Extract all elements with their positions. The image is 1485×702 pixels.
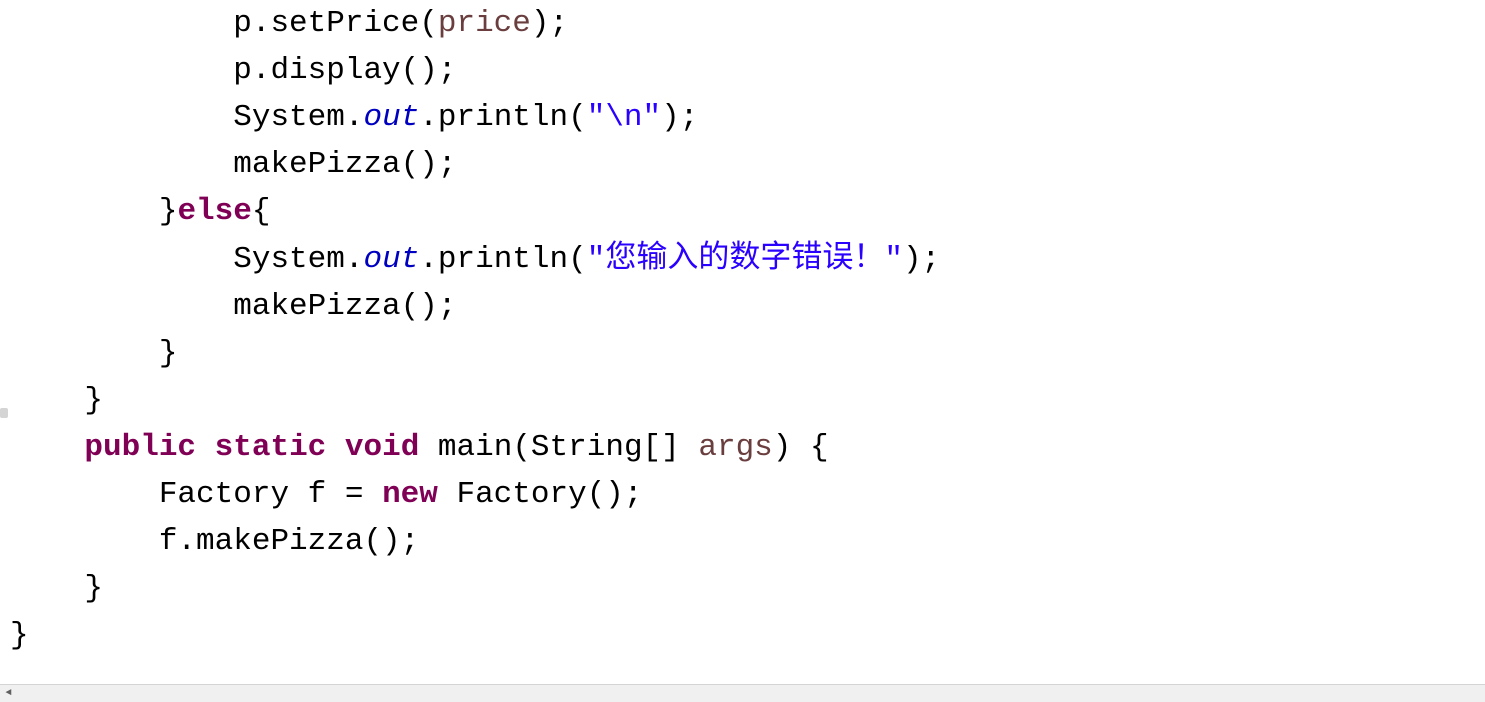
scroll-left-arrow-icon[interactable]: ◄ [0, 685, 17, 702]
code-line: p.display(); [10, 53, 456, 88]
code-line: f.makePizza(); [10, 524, 419, 559]
code-line: Factory f = new Factory(); [10, 477, 643, 512]
code-line: System.out.println("您输入的数字错误！"); [10, 242, 940, 277]
code-line: makePizza(); [10, 289, 456, 324]
code-line: public static void main(String[] args) { [10, 430, 829, 465]
code-line: } [10, 383, 103, 418]
code-line: } [10, 571, 103, 606]
code-editor[interactable]: p.setPrice(price); p.display(); System.o… [0, 0, 1485, 702]
code-content[interactable]: p.setPrice(price); p.display(); System.o… [0, 0, 1485, 682]
code-line: p.setPrice(price); [10, 6, 568, 41]
code-line: } [10, 618, 29, 653]
code-line: }else{ [10, 194, 270, 229]
horizontal-scrollbar[interactable]: ◄ [0, 684, 1485, 702]
code-line: makePizza(); [10, 147, 456, 182]
code-line: System.out.println("\n"); [10, 100, 698, 135]
scroll-track[interactable] [17, 685, 1485, 702]
code-line: } [10, 336, 177, 371]
